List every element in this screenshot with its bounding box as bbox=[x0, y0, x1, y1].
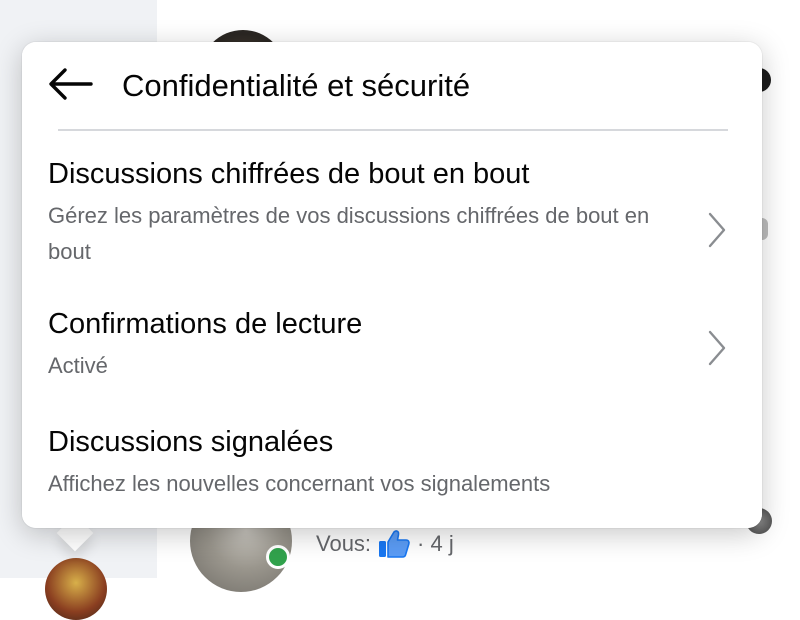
menu-item-label: Discussions signalées bbox=[48, 426, 334, 458]
menu-item-status: Activé bbox=[48, 353, 108, 378]
message-preview[interactable]: Vous: · 4 j bbox=[316, 528, 454, 560]
popup-header: Confidentialité et sécurité bbox=[22, 42, 762, 130]
back-button[interactable] bbox=[42, 64, 98, 108]
online-status-dot bbox=[266, 545, 290, 569]
chevron-right-icon bbox=[702, 326, 732, 370]
menu-item-read-receipts[interactable]: Confirmations de lecture Activé bbox=[22, 308, 762, 398]
divider bbox=[58, 129, 728, 131]
page-title: Confidentialité et sécurité bbox=[122, 68, 471, 103]
menu-item-encrypted-chats[interactable]: Discussions chiffrées de bout en bout Gé… bbox=[22, 158, 762, 278]
menu-item-reported-chats[interactable]: Discussions signalées Affichez les nouve… bbox=[22, 426, 762, 506]
arrow-left-icon bbox=[47, 67, 93, 106]
menu-item-label: Confirmations de lecture bbox=[48, 308, 363, 340]
privacy-security-popup: Confidentialité et sécurité Discussions … bbox=[22, 42, 762, 528]
thumbs-up-icon bbox=[377, 529, 411, 559]
preview-time: · 4 j bbox=[417, 531, 454, 556]
menu-item-description: Gérez les paramètres de vos discussions … bbox=[48, 203, 650, 264]
menu-item-label: Discussions chiffrées de bout en bout bbox=[48, 158, 530, 190]
preview-sender: Vous: bbox=[316, 531, 372, 556]
menu-item-description: Affichez les nouvelles concernant vos si… bbox=[48, 471, 551, 496]
chevron-right-icon bbox=[702, 208, 732, 252]
avatar[interactable] bbox=[45, 558, 107, 620]
